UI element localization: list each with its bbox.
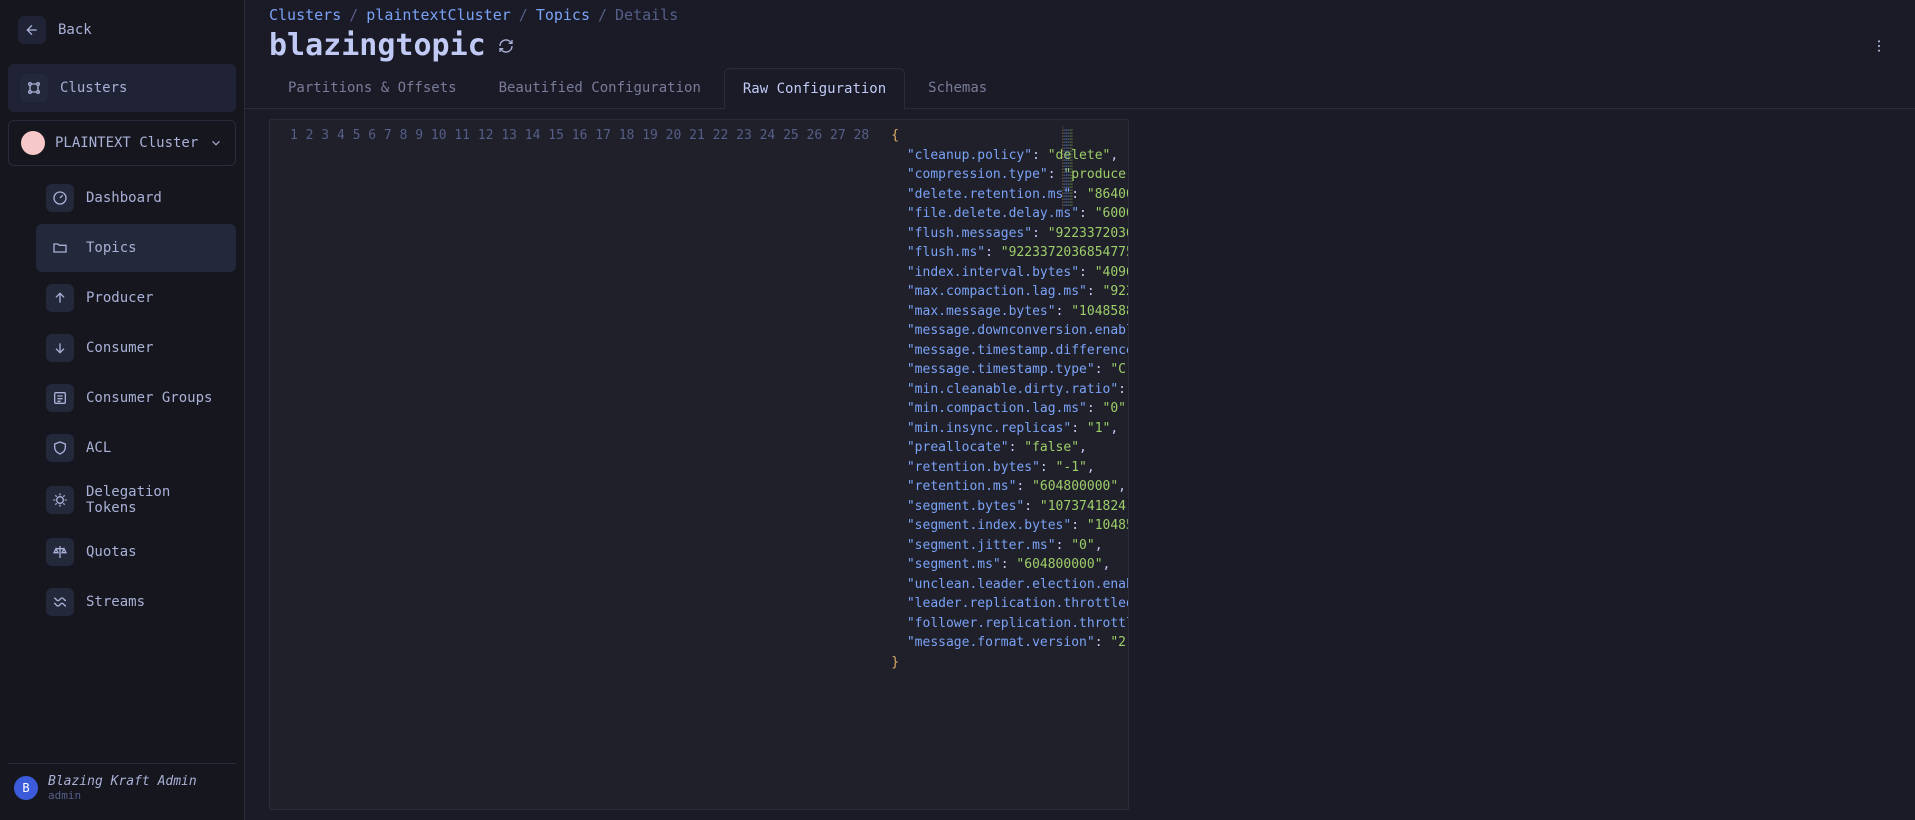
tab-raw-config[interactable]: Raw Configuration [724, 68, 905, 109]
sidebar: Back Clusters PLAINTEXT Cluster Dashboar… [0, 0, 245, 820]
code-content: { "cleanup.policy": "delete", "compressi… [881, 120, 1129, 809]
cluster-color-dot [21, 131, 45, 155]
chevron-down-icon [209, 136, 223, 150]
shield-icon [46, 434, 74, 462]
main: Clusters / plaintextCluster / Topics / D… [245, 0, 1915, 820]
sidebar-item-label: Dashboard [86, 190, 162, 206]
sidebar-item-label: Topics [86, 240, 137, 256]
tabs: Partitions & Offsets Beautified Configur… [245, 67, 1915, 109]
scale-icon [46, 538, 74, 566]
back-arrow-icon [18, 16, 46, 44]
cluster-select-label: PLAINTEXT Cluster [55, 135, 198, 151]
sidebar-item-label: Consumer Groups [86, 390, 212, 406]
token-icon [46, 486, 74, 514]
tab-label: Schemas [928, 80, 987, 96]
breadcrumb-current: Details [615, 6, 678, 24]
page-title: blazingtopic [269, 28, 486, 63]
list-icon [46, 384, 74, 412]
user-name: Blazing Kraft Admin [48, 774, 197, 789]
breadcrumb-sep: / [519, 6, 528, 24]
breadcrumb: Clusters / plaintextCluster / Topics / D… [269, 6, 1891, 24]
sidebar-item-streams[interactable]: Streams [36, 578, 236, 626]
streams-icon [46, 588, 74, 616]
sidebar-item-dashboard[interactable]: Dashboard [36, 174, 236, 222]
sidebar-item-producer[interactable]: Producer [36, 274, 236, 322]
breadcrumb-cluster[interactable]: plaintextCluster [366, 6, 511, 24]
code-editor[interactable]: 1 2 3 4 5 6 7 8 9 10 11 12 13 14 15 16 1… [269, 119, 1129, 810]
sidebar-item-label: Delegation Tokens [86, 484, 226, 516]
breadcrumb-sep: / [349, 6, 358, 24]
clusters-label: Clusters [60, 80, 127, 96]
breadcrumb-topics[interactable]: Topics [536, 6, 590, 24]
user-block[interactable]: Blazing Kraft Admin admin [48, 774, 197, 802]
user-role: admin [48, 789, 197, 802]
breadcrumb-clusters[interactable]: Clusters [269, 6, 341, 24]
sidebar-item-label: Quotas [86, 544, 137, 560]
cluster-selector[interactable]: PLAINTEXT Cluster [8, 120, 236, 166]
sidebar-item-label: Streams [86, 594, 145, 610]
tab-label: Beautified Configuration [499, 80, 701, 96]
tab-label: Partitions & Offsets [288, 80, 457, 96]
kebab-menu-icon[interactable] [1871, 38, 1891, 54]
sidebar-item-topics[interactable]: Topics [36, 224, 236, 272]
sidebar-item-label: ACL [86, 440, 111, 456]
title-row: blazingtopic [245, 24, 1915, 67]
upload-icon [46, 284, 74, 312]
back-label: Back [58, 22, 92, 38]
back-button[interactable]: Back [8, 8, 236, 52]
sidebar-footer: B Blazing Kraft Admin admin [8, 763, 236, 812]
avatar[interactable]: B [14, 776, 38, 800]
sidebar-item-acl[interactable]: ACL [36, 424, 236, 472]
tab-beautified-config[interactable]: Beautified Configuration [480, 67, 720, 108]
line-gutter: 1 2 3 4 5 6 7 8 9 10 11 12 13 14 15 16 1… [270, 120, 881, 809]
sidebar-item-clusters[interactable]: Clusters [8, 64, 236, 112]
avatar-initial: B [22, 781, 29, 795]
sidebar-item-label: Consumer [86, 340, 153, 356]
editor-wrap: 1 2 3 4 5 6 7 8 9 10 11 12 13 14 15 16 1… [269, 119, 1891, 810]
topbar: Clusters / plaintextCluster / Topics / D… [245, 0, 1915, 24]
sidebar-item-consumer[interactable]: Consumer [36, 324, 236, 372]
folder-icon [46, 234, 74, 262]
download-icon [46, 334, 74, 362]
breadcrumb-sep: / [598, 6, 607, 24]
tab-label: Raw Configuration [743, 81, 886, 97]
refresh-icon[interactable] [498, 38, 514, 54]
sidebar-item-delegation-tokens[interactable]: Delegation Tokens [36, 474, 236, 526]
sidebar-item-label: Producer [86, 290, 153, 306]
tab-schemas[interactable]: Schemas [909, 67, 1006, 108]
sidebar-item-consumer-groups[interactable]: Consumer Groups [36, 374, 236, 422]
tab-partitions[interactable]: Partitions & Offsets [269, 67, 476, 108]
sidebar-item-quotas[interactable]: Quotas [36, 528, 236, 576]
sidebar-subnav: Dashboard Topics Producer Consumer Consu… [8, 174, 236, 626]
clusters-icon [20, 74, 48, 102]
gauge-icon [46, 184, 74, 212]
